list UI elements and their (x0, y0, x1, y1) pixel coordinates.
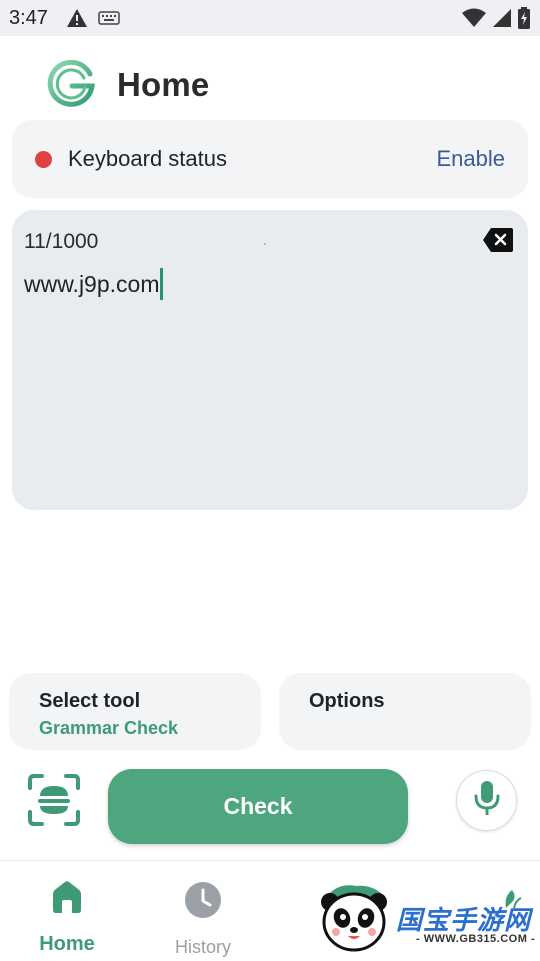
options-button[interactable]: Options (279, 673, 531, 750)
watermark: 国宝手游网 - WWW.GB315.COM - (296, 866, 540, 960)
home-icon (49, 879, 85, 920)
editor-speck (264, 243, 266, 245)
options-title: Options (309, 690, 385, 712)
enable-keyboard-button[interactable]: Enable (436, 146, 505, 172)
selected-tool-value: Grammar Check (39, 718, 179, 738)
text-editor[interactable]: 11/1000 www.j9p.com (12, 210, 528, 510)
keyboard-status-indicator (35, 151, 52, 168)
microphone-button[interactable] (456, 770, 517, 831)
character-count: 11/1000 (24, 230, 99, 253)
input-text: www.j9p.com (24, 270, 160, 297)
warning-icon (66, 8, 88, 33)
wifi-icon (462, 8, 486, 33)
text-input[interactable]: www.j9p.com (24, 268, 164, 300)
battery-charging-icon (518, 7, 530, 34)
select-tool-title: Select tool (39, 690, 141, 712)
nav-home-label: Home (39, 933, 95, 955)
microphone-icon (473, 779, 501, 822)
history-clock-icon (184, 881, 222, 924)
status-time: 3:47 (9, 7, 48, 29)
panda-mascot-icon (316, 880, 392, 961)
select-tool-button[interactable]: Select tool Grammar Check (9, 673, 261, 750)
watermark-url: - WWW.GB315.COM - (416, 933, 536, 945)
nav-home[interactable]: Home (22, 875, 112, 955)
header: Home (0, 36, 540, 120)
clear-text-icon[interactable] (482, 227, 514, 253)
scan-text-icon[interactable] (26, 772, 82, 828)
text-caret (160, 268, 164, 300)
nav-history[interactable]: History (158, 875, 248, 957)
keyboard-status-label: Keyboard status (68, 146, 227, 171)
keyboard-status-card: Keyboard status Enable (12, 120, 528, 198)
keyboard-icon (98, 10, 120, 31)
check-button[interactable]: Check (108, 769, 408, 844)
signal-icon (492, 8, 512, 33)
watermark-title: 国宝手游网 (396, 905, 532, 935)
nav-history-label: History (174, 937, 231, 957)
grammar-g-logo (46, 59, 96, 110)
status-bar: 3:47 (0, 0, 540, 36)
page-title: Home (117, 66, 210, 103)
